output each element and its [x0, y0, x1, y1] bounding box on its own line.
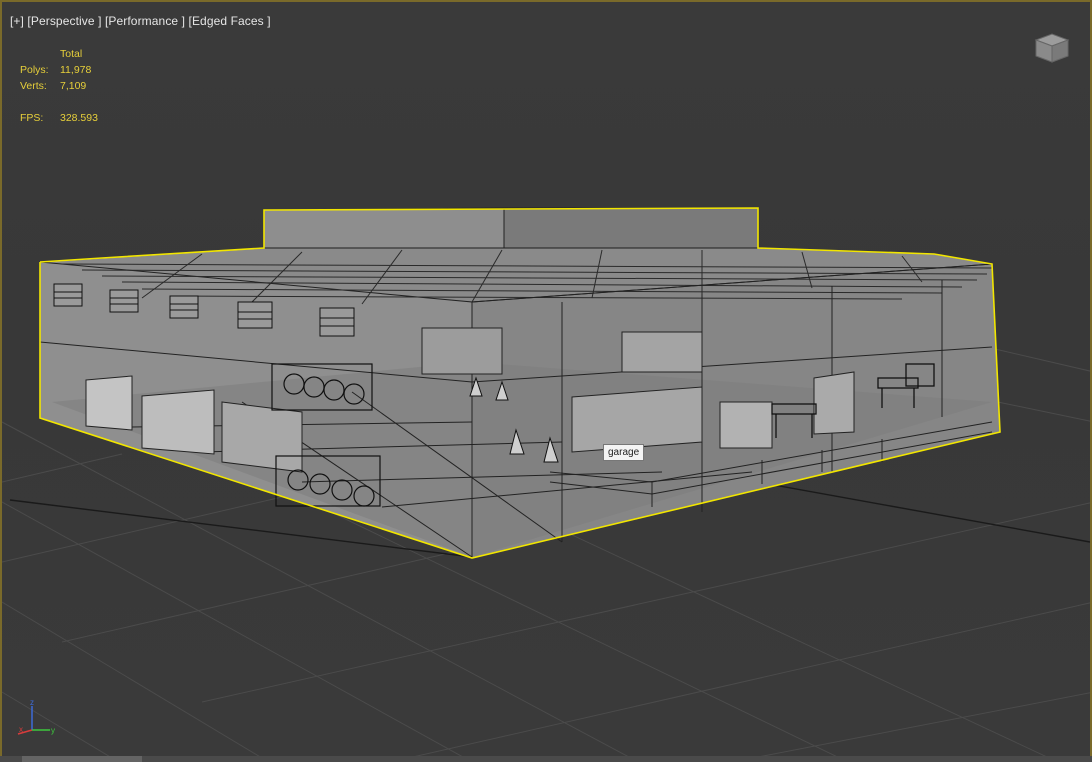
fps-label: FPS:	[20, 112, 44, 124]
polys-label: Polys:	[20, 64, 49, 76]
axis-y-label: y	[51, 726, 55, 735]
viewport-label-menu[interactable]: [+] [Perspective ] [Performance ] [Edged…	[10, 14, 271, 28]
object-name-tooltip: garage	[603, 444, 645, 461]
polys-value: 11,978	[60, 64, 92, 76]
fps-value: 328.593	[60, 112, 98, 124]
verts-value: 7,109	[60, 80, 87, 92]
axis-x-label: x	[19, 725, 23, 734]
stats-header: Total	[60, 48, 83, 60]
viewport-view-menu[interactable]: [Perspective ]	[27, 14, 101, 28]
perspective-viewport[interactable]: [+] [Perspective ] [Performance ] [Edged…	[0, 0, 1092, 762]
viewport-shading-menu[interactable]: [Edged Faces ]	[189, 14, 271, 28]
verts-label: Verts:	[20, 80, 47, 92]
axis-z-label: z	[30, 698, 34, 707]
time-slider[interactable]	[22, 756, 142, 762]
timeline-strip[interactable]	[0, 756, 1092, 762]
viewcube-icon[interactable]	[1032, 32, 1072, 64]
garage-model	[39, 207, 1001, 559]
viewport-plus-menu[interactable]: [+]	[10, 14, 24, 28]
scene-render[interactable]	[2, 2, 1092, 762]
viewport-performance-menu[interactable]: [Performance ]	[105, 14, 185, 28]
axis-tripod-icon: z x y	[17, 698, 55, 735]
